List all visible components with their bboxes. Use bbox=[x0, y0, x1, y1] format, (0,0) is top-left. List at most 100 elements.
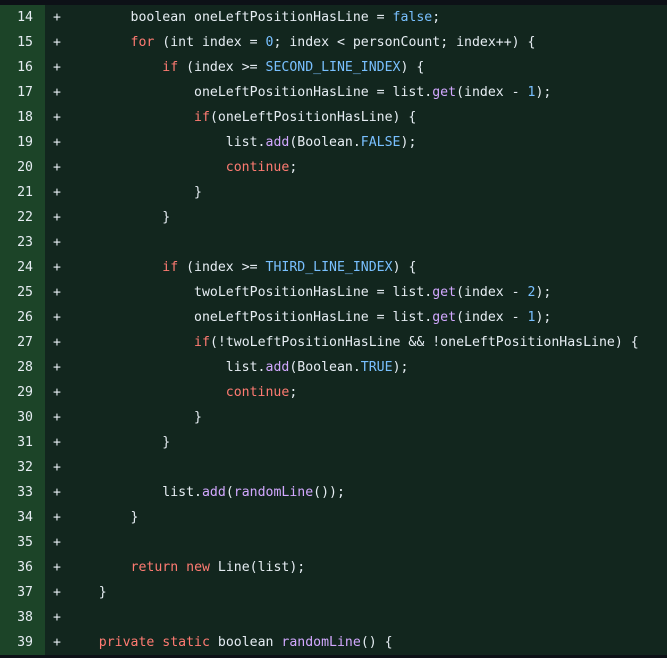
code-token-plain: ); bbox=[535, 285, 552, 300]
diff-addition-marker: + bbox=[53, 10, 61, 25]
line-number[interactable]: 39 bbox=[0, 630, 45, 655]
line-number[interactable]: 36 bbox=[0, 555, 45, 580]
line-number[interactable]: 34 bbox=[0, 505, 45, 530]
code-line: + boolean oneLeftPositionHasLine = false… bbox=[45, 5, 667, 30]
code-line: + continue; bbox=[45, 155, 667, 180]
code-token-plain: Line(list); bbox=[209, 560, 306, 575]
line-number[interactable]: 19 bbox=[0, 130, 45, 155]
diff-addition-marker: + bbox=[53, 210, 61, 225]
diff-line: 31 + } bbox=[0, 430, 667, 455]
diff-addition-marker: + bbox=[53, 185, 61, 200]
diff-addition-marker: + bbox=[53, 610, 61, 625]
code-token-keyword: if bbox=[194, 110, 210, 125]
code-line: + oneLeftPositionHasLine = list.get(inde… bbox=[45, 305, 667, 330]
code-line: + bbox=[45, 530, 667, 555]
diff-addition-marker: + bbox=[53, 335, 61, 350]
code-token-keyword: for bbox=[130, 35, 155, 50]
diff-line: 15 + for (int index = 0; index < personCo… bbox=[0, 30, 667, 55]
diff-line: 16 + if (index >= SECOND_LINE_INDEX) { bbox=[0, 55, 667, 80]
line-number[interactable]: 16 bbox=[0, 55, 45, 80]
diff-line: 37 + } bbox=[0, 580, 667, 605]
code-token-plain: ) { bbox=[400, 60, 425, 75]
diff-addition-marker: + bbox=[53, 35, 61, 50]
line-number[interactable]: 18 bbox=[0, 105, 45, 130]
line-number[interactable]: 26 bbox=[0, 305, 45, 330]
diff-line: 30 + } bbox=[0, 405, 667, 430]
line-number[interactable]: 28 bbox=[0, 355, 45, 380]
line-number[interactable]: 30 bbox=[0, 405, 45, 430]
diff-addition-marker: + bbox=[53, 510, 61, 525]
code-line: + } bbox=[45, 205, 667, 230]
line-number[interactable]: 20 bbox=[0, 155, 45, 180]
diff-line: 20 + continue; bbox=[0, 155, 667, 180]
diff-line: 23 + bbox=[0, 230, 667, 255]
code-token-plain: list. bbox=[225, 135, 266, 150]
diff-line: 33 + list.add(randomLine()); bbox=[0, 480, 667, 505]
code-token-constant: FALSE bbox=[360, 135, 401, 150]
code-token-function: get bbox=[432, 310, 457, 325]
line-number[interactable]: 15 bbox=[0, 30, 45, 55]
code-line: + oneLeftPositionHasLine = list.get(inde… bbox=[45, 80, 667, 105]
diff-addition-marker: + bbox=[53, 560, 61, 575]
code-token-plain: ( bbox=[225, 485, 234, 500]
line-number[interactable]: 38 bbox=[0, 605, 45, 630]
code-token-plain: (!twoLeftPositionHasLine && !oneLeftPosi… bbox=[209, 335, 639, 350]
code-token-plain: } bbox=[130, 510, 139, 525]
line-number[interactable]: 27 bbox=[0, 330, 45, 355]
line-number[interactable]: 35 bbox=[0, 530, 45, 555]
line-number[interactable]: 22 bbox=[0, 205, 45, 230]
code-line: + } bbox=[45, 505, 667, 530]
code-token-plain: ); bbox=[535, 310, 552, 325]
code-token-function: randomLine bbox=[281, 635, 361, 650]
code-token-plain: ); bbox=[535, 85, 552, 100]
line-number[interactable]: 21 bbox=[0, 180, 45, 205]
line-number[interactable]: 25 bbox=[0, 280, 45, 305]
diff-line: 32 + bbox=[0, 455, 667, 480]
code-token-plain: (int index = bbox=[154, 35, 266, 50]
diff-line: 25 + twoLeftPositionHasLine = list.get(in… bbox=[0, 280, 667, 305]
code-line: + return new Line(list); bbox=[45, 555, 667, 580]
line-number[interactable]: 14 bbox=[0, 5, 45, 30]
diff-addition-marker: + bbox=[53, 285, 61, 300]
line-number[interactable]: 24 bbox=[0, 255, 45, 280]
code-token-keyword: if bbox=[162, 260, 179, 275]
diff-addition-marker: + bbox=[53, 260, 61, 275]
code-token-plain: (index >= bbox=[178, 260, 266, 275]
diff-line: 24 + if (index >= THIRD_LINE_INDEX) { bbox=[0, 255, 667, 280]
line-number[interactable]: 32 bbox=[0, 455, 45, 480]
diff-addition-marker: + bbox=[53, 485, 61, 500]
line-number[interactable]: 17 bbox=[0, 80, 45, 105]
code-line: + for (int index = 0; index < personCoun… bbox=[45, 30, 667, 55]
code-token-keyword: if bbox=[194, 335, 210, 350]
code-token-plain: (Boolean. bbox=[289, 360, 361, 375]
diff-addition-marker: + bbox=[53, 160, 61, 175]
code-token-plain: ); bbox=[400, 135, 417, 150]
code-line: + twoLeftPositionHasLine = list.get(inde… bbox=[45, 280, 667, 305]
diff-addition-marker: + bbox=[53, 85, 61, 100]
code-line: + bbox=[45, 455, 667, 480]
line-number[interactable]: 29 bbox=[0, 380, 45, 405]
code-token-plain: ; bbox=[432, 10, 441, 25]
diff-addition-marker: + bbox=[53, 460, 61, 475]
line-number[interactable]: 23 bbox=[0, 230, 45, 255]
diff-line: 22 + } bbox=[0, 205, 667, 230]
line-number[interactable]: 33 bbox=[0, 480, 45, 505]
code-token-plain: ) { bbox=[392, 260, 417, 275]
line-number[interactable]: 37 bbox=[0, 580, 45, 605]
line-number[interactable]: 31 bbox=[0, 430, 45, 455]
diff-addition-marker: + bbox=[53, 235, 61, 250]
